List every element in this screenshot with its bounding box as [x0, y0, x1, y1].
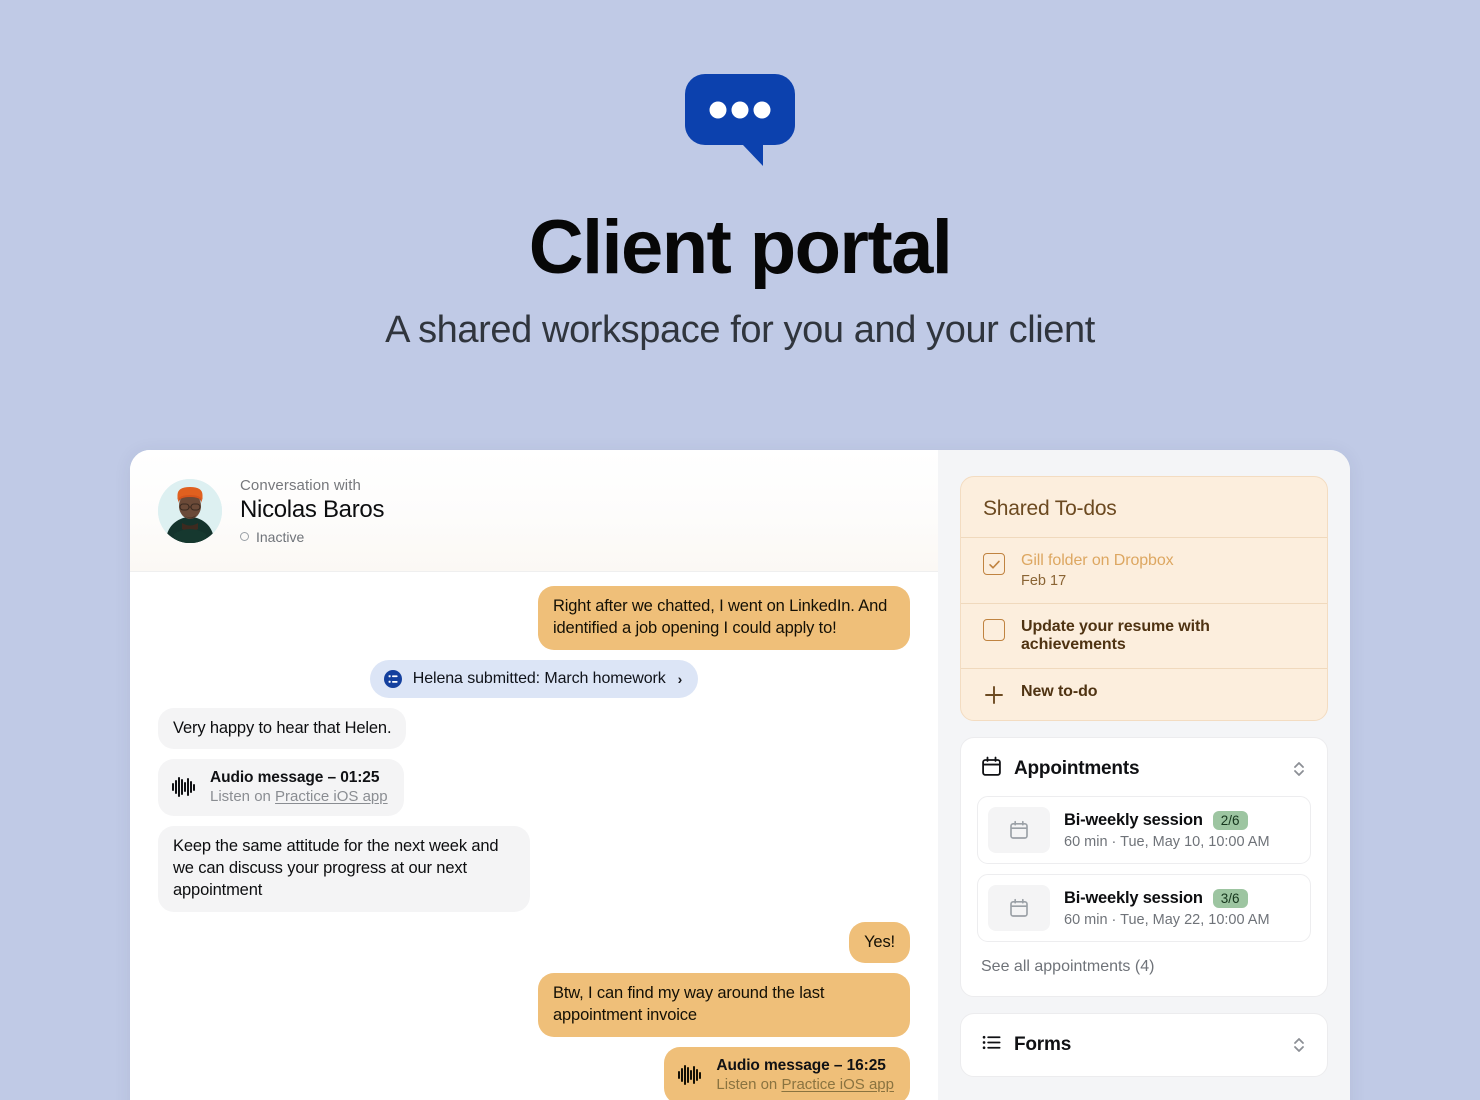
see-all-appointments-link[interactable]: See all appointments (4)	[961, 952, 1327, 996]
status-label: Inactive	[256, 528, 305, 545]
audio-app-link: Practice iOS app	[781, 1075, 894, 1093]
todo-item-label: Gill folder on Dropbox	[1021, 552, 1174, 569]
message-row: Right after we chatted, I went on Linked…	[158, 586, 910, 650]
audio-sub-prefix: Listen on	[210, 788, 276, 806]
message-row: Audio message – 01:25 Listen on Practice …	[158, 759, 910, 817]
appointment-title: Bi-weekly session	[1064, 810, 1203, 829]
side-panel: Shared To-dos Gill folder on Dropbox Feb…	[938, 450, 1350, 1100]
new-todo-label: New to-do	[1021, 683, 1098, 700]
page-root: Client portal A shared workspace for you…	[0, 0, 1480, 1100]
audio-subtitle: Listen on Practice iOS app	[716, 1076, 894, 1093]
calendar-icon	[981, 756, 1002, 782]
appointments-card: Appointments Bi-weekly session 2/6 60 mi…	[960, 737, 1328, 997]
list-icon	[981, 1032, 1002, 1058]
chat-column: Conversation with Nicolas Baros Inactive…	[130, 450, 938, 1100]
appointment-badge: 2/6	[1212, 810, 1248, 830]
audio-waveform-icon	[677, 1064, 703, 1086]
new-todo-button[interactable]: New to-do	[961, 668, 1327, 720]
chip-label: Helena submitted: March homework	[412, 669, 666, 687]
logo-wrap	[0, 72, 1480, 172]
message-row: Audio message – 16:25 Listen on Practice …	[158, 1046, 910, 1100]
appointment-body: Bi-weekly session 2/6 60 min · Tue, May …	[1064, 810, 1270, 850]
avatar	[158, 478, 222, 543]
audio-app-link: Practice iOS app	[275, 788, 388, 806]
shared-todos-card: Shared To-dos Gill folder on Dropbox Feb…	[960, 476, 1328, 721]
appointment-top: Bi-weekly session 2/6	[1064, 810, 1270, 830]
appointment-row-0[interactable]: Bi-weekly session 2/6 60 min · Tue, May …	[977, 796, 1311, 864]
form-submission-icon	[383, 669, 403, 689]
form-submission-chip[interactable]: Helena submitted: March homework ›	[369, 659, 699, 698]
page-title: Client portal	[528, 205, 953, 290]
chat-header: Conversation with Nicolas Baros Inactive	[130, 450, 938, 572]
todo-item-texts: Update your resume with achievements	[1021, 618, 1305, 654]
chevron-up-down-icon[interactable]	[1291, 1035, 1307, 1055]
hero-section: Client portal A shared workspace for you…	[0, 0, 1480, 352]
todo-item-date: Feb 17	[1021, 573, 1067, 589]
audio-text: Audio message – 01:25 Listen on Practice …	[210, 769, 388, 805]
message-row: Keep the same attitude for the next week…	[158, 826, 910, 912]
chat-bubble-dots-logo-icon	[685, 72, 795, 172]
plus-icon	[983, 684, 1005, 706]
appointment-meta: 60 min · Tue, May 10, 10:00 AM	[1064, 833, 1270, 850]
appointment-top: Bi-weekly session 3/6	[1064, 888, 1270, 908]
message-row: Yes!	[158, 921, 910, 964]
calendar-icon	[988, 807, 1050, 853]
page-subtitle: A shared workspace for you and your clie…	[385, 309, 1095, 352]
message-bubble: Right after we chatted, I went on Linked…	[538, 586, 910, 650]
audio-subtitle: Listen on Practice iOS app	[210, 788, 388, 805]
audio-waveform-icon	[171, 776, 197, 798]
app-window: Conversation with Nicolas Baros Inactive…	[130, 450, 1350, 1100]
forms-card[interactable]: Forms	[960, 1013, 1328, 1077]
audio-sub-prefix: Listen on	[716, 1075, 782, 1093]
message-list: Right after we chatted, I went on Linked…	[130, 572, 938, 1100]
appointments-title: Appointments	[1014, 758, 1140, 779]
message-row: Very happy to hear that Helen.	[158, 707, 910, 750]
audio-text: Audio message – 16:25 Listen on Practice …	[716, 1057, 894, 1093]
message-bubble: Keep the same attitude for the next week…	[158, 826, 530, 912]
calendar-icon	[988, 885, 1050, 931]
chevron-up-down-icon[interactable]	[1291, 759, 1307, 779]
chevron-right-icon: ›	[677, 670, 683, 687]
appointment-badge: 3/6	[1212, 888, 1248, 908]
status-badge: Inactive	[240, 529, 384, 545]
audio-title: Audio message – 01:25	[210, 769, 380, 787]
message-bubble: Very happy to hear that Helen.	[158, 707, 407, 750]
todo-item-label: Update your resume with achievements	[1021, 618, 1210, 653]
audio-message[interactable]: Audio message – 16:25 Listen on Practice …	[664, 1046, 910, 1100]
circle-outline-icon	[240, 532, 249, 541]
appointment-row-1[interactable]: Bi-weekly session 3/6 60 min · Tue, May …	[977, 874, 1311, 942]
conversation-kicker: Conversation with	[240, 476, 361, 494]
appointments-header[interactable]: Appointments	[961, 738, 1327, 796]
new-todo-texts: New to-do	[1021, 683, 1098, 701]
message-row: Btw, I can find my way around the last a…	[158, 973, 910, 1037]
checkbox-unchecked-icon[interactable]	[983, 619, 1005, 641]
message-row: Helena submitted: March homework ›	[158, 659, 910, 698]
audio-title: Audio message – 16:25	[716, 1056, 886, 1074]
message-bubble: Btw, I can find my way around the last a…	[538, 973, 910, 1037]
todo-item-1[interactable]: Update your resume with achievements	[961, 603, 1327, 668]
contact-name: Nicolas Baros	[240, 495, 385, 523]
appointment-title: Bi-weekly session	[1064, 888, 1203, 907]
appointment-meta: 60 min · Tue, May 22, 10:00 AM	[1064, 911, 1270, 928]
appointment-body: Bi-weekly session 3/6 60 min · Tue, May …	[1064, 888, 1270, 928]
checkbox-checked-icon[interactable]	[983, 553, 1005, 575]
shared-todos-title: Shared To-dos	[983, 497, 1117, 520]
chat-header-text: Conversation with Nicolas Baros Inactive	[240, 477, 384, 545]
message-bubble: Yes!	[849, 921, 910, 964]
forms-title: Forms	[1014, 1034, 1072, 1055]
todo-item-0[interactable]: Gill folder on Dropbox Feb 17	[961, 537, 1327, 603]
audio-message[interactable]: Audio message – 01:25 Listen on Practice …	[158, 759, 404, 817]
todo-item-texts: Gill folder on Dropbox Feb 17	[1021, 552, 1174, 589]
